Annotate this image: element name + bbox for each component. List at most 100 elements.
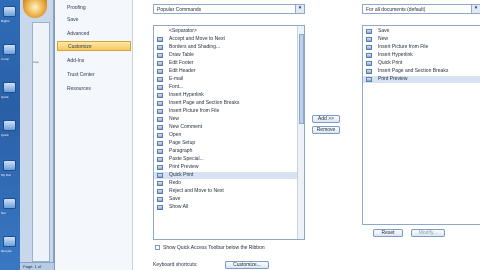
page-break-icon — [157, 101, 163, 106]
list-item-label: Print Preview — [378, 76, 408, 82]
list-item-label: Edit Footer — [169, 60, 194, 66]
list-item[interactable]: Quick Print — [154, 172, 299, 179]
customize-qat-combo[interactable]: For all documents (default) ▾ — [362, 4, 480, 14]
desktop-icon-label: Comp — [1, 57, 10, 61]
pilcrow-icon — [157, 205, 163, 210]
list-item[interactable]: Draw Table — [154, 52, 194, 59]
reset-button[interactable]: Reset — [373, 229, 403, 237]
list-item[interactable]: <Separator> — [154, 28, 197, 35]
list-item[interactable]: Insert Picture from File — [363, 44, 428, 51]
desktop-icon-label: My Doc — [1, 173, 12, 177]
commands-scrollbar[interactable] — [297, 26, 304, 239]
desktop-icon-label: Rights — [1, 19, 10, 23]
list-item[interactable]: Save — [154, 196, 180, 203]
list-item-label: Save — [169, 196, 181, 202]
list-item[interactable]: Edit Header — [154, 68, 195, 75]
desktop-icon-label: Net — [1, 211, 6, 215]
list-item[interactable]: Insert Hyperlink — [363, 52, 413, 59]
reject-change-icon — [157, 189, 163, 194]
modify-button[interactable]: Modify... — [411, 229, 445, 237]
list-item-label: Paragraph — [169, 148, 193, 154]
list-item[interactable]: New — [154, 116, 179, 123]
list-item[interactable]: Insert Page and Section Breaks — [363, 68, 448, 75]
nav-item-customize[interactable]: Customize — [57, 41, 131, 51]
open-folder-icon — [157, 133, 163, 138]
remove-button[interactable]: Remove — [312, 126, 340, 134]
separator-icon — [157, 29, 163, 34]
desktop-icon-label: Quick — [1, 95, 9, 99]
list-item[interactable]: Redo — [154, 180, 181, 187]
choose-commands-combo[interactable]: Popular Commands ▾ — [153, 4, 305, 14]
list-item[interactable]: Save — [363, 28, 389, 35]
nav-item-resources[interactable]: Resources — [57, 84, 131, 94]
folder-icon[interactable] — [3, 160, 16, 171]
header-icon — [157, 69, 163, 74]
list-item[interactable]: Edit Footer — [154, 60, 193, 67]
chevron-down-icon[interactable]: ▾ — [295, 5, 304, 13]
show-below-ribbon-checkbox[interactable] — [155, 245, 160, 250]
word-options-dialog: Proofing Save Advanced Customize Add-Ins… — [54, 0, 480, 270]
nav-item-trust-center[interactable]: Trust Center — [57, 70, 131, 80]
hyperlink-icon — [157, 93, 163, 98]
hyperlink-icon — [366, 53, 372, 58]
list-item[interactable]: Print Preview — [154, 164, 198, 171]
list-item[interactable]: Borders and Shading... — [154, 44, 220, 51]
nav-item-proofing[interactable]: Proofing — [57, 3, 131, 13]
list-item[interactable]: Print Preview — [363, 76, 480, 83]
save-icon — [157, 197, 163, 202]
font-icon — [157, 85, 163, 90]
computer-icon[interactable] — [3, 44, 16, 55]
options-nav: Proofing Save Advanced Customize Add-Ins… — [55, 0, 133, 270]
list-item-label: Insert Page and Section Breaks — [169, 100, 240, 106]
list-item-label: New — [169, 116, 180, 122]
toolbar-commands-list[interactable]: Save New Insert Picture from File Insert… — [362, 25, 480, 225]
customize-qat-value: For all documents (default) — [366, 7, 426, 13]
list-item[interactable]: Insert Page and Section Breaks — [154, 100, 239, 107]
list-item[interactable]: Paste Special... — [154, 156, 204, 163]
list-item-label: Reject and Move to Next — [169, 188, 224, 194]
list-item[interactable]: Reject and Move to Next — [154, 188, 224, 195]
list-item[interactable]: Font... — [154, 84, 183, 91]
list-item[interactable]: New — [363, 36, 388, 43]
list-item-label: <Separator> — [169, 28, 197, 34]
page-setup-icon — [157, 141, 163, 146]
draw-table-icon — [157, 53, 163, 58]
desktop-icon-label: Quick — [1, 133, 9, 137]
nav-item-advanced[interactable]: Advanced — [57, 29, 131, 39]
desktop-shortcut-icon[interactable] — [3, 6, 16, 17]
redo-icon — [157, 181, 163, 186]
save-icon — [366, 29, 372, 34]
list-item[interactable]: Insert Hyperlink — [154, 92, 204, 99]
list-item[interactable]: Quick Print — [363, 60, 402, 67]
nav-item-add-ins[interactable]: Add-Ins — [57, 56, 131, 66]
new-document-icon — [366, 37, 372, 42]
list-item[interactable]: Open — [154, 132, 181, 139]
scrollbar-thumb[interactable] — [299, 34, 304, 124]
add-button[interactable]: Add >> — [312, 115, 340, 123]
network-icon[interactable] — [3, 198, 16, 209]
keyboard-shortcuts-label: Keyboard shortcuts: — [153, 262, 198, 268]
picture-icon — [157, 109, 163, 114]
list-item[interactable]: New Comment — [154, 124, 202, 131]
list-item-label: New — [378, 36, 389, 42]
list-item[interactable]: E-mail — [154, 76, 183, 83]
list-item[interactable]: Insert Picture from File — [154, 108, 219, 115]
list-item-label: Page Setup — [169, 140, 196, 146]
show-below-ribbon-label: Show Quick Access Toolbar below the Ribb… — [163, 245, 265, 251]
list-item[interactable]: Show All — [154, 204, 188, 211]
quicktime-icon[interactable] — [3, 82, 16, 93]
nav-item-save[interactable]: Save — [57, 15, 131, 25]
footer-icon — [157, 61, 163, 66]
borders-icon — [157, 45, 163, 50]
list-item[interactable]: Paragraph — [154, 148, 192, 155]
list-item[interactable]: Accept and Move to Next — [154, 36, 225, 43]
chevron-down-icon[interactable]: ▾ — [471, 5, 480, 13]
quicktime-icon[interactable] — [3, 120, 16, 131]
list-item-label: Open — [169, 132, 182, 138]
available-commands-list[interactable]: <Separator> Accept and Move to Next Bord… — [153, 25, 305, 240]
recycle-bin-icon[interactable] — [3, 236, 16, 247]
list-item[interactable]: Page Setup — [154, 140, 195, 147]
list-item-label: Insert Page and Section Breaks — [378, 68, 449, 74]
new-comment-icon — [157, 125, 163, 130]
customize-shortcuts-button[interactable]: Customize... — [225, 261, 269, 269]
